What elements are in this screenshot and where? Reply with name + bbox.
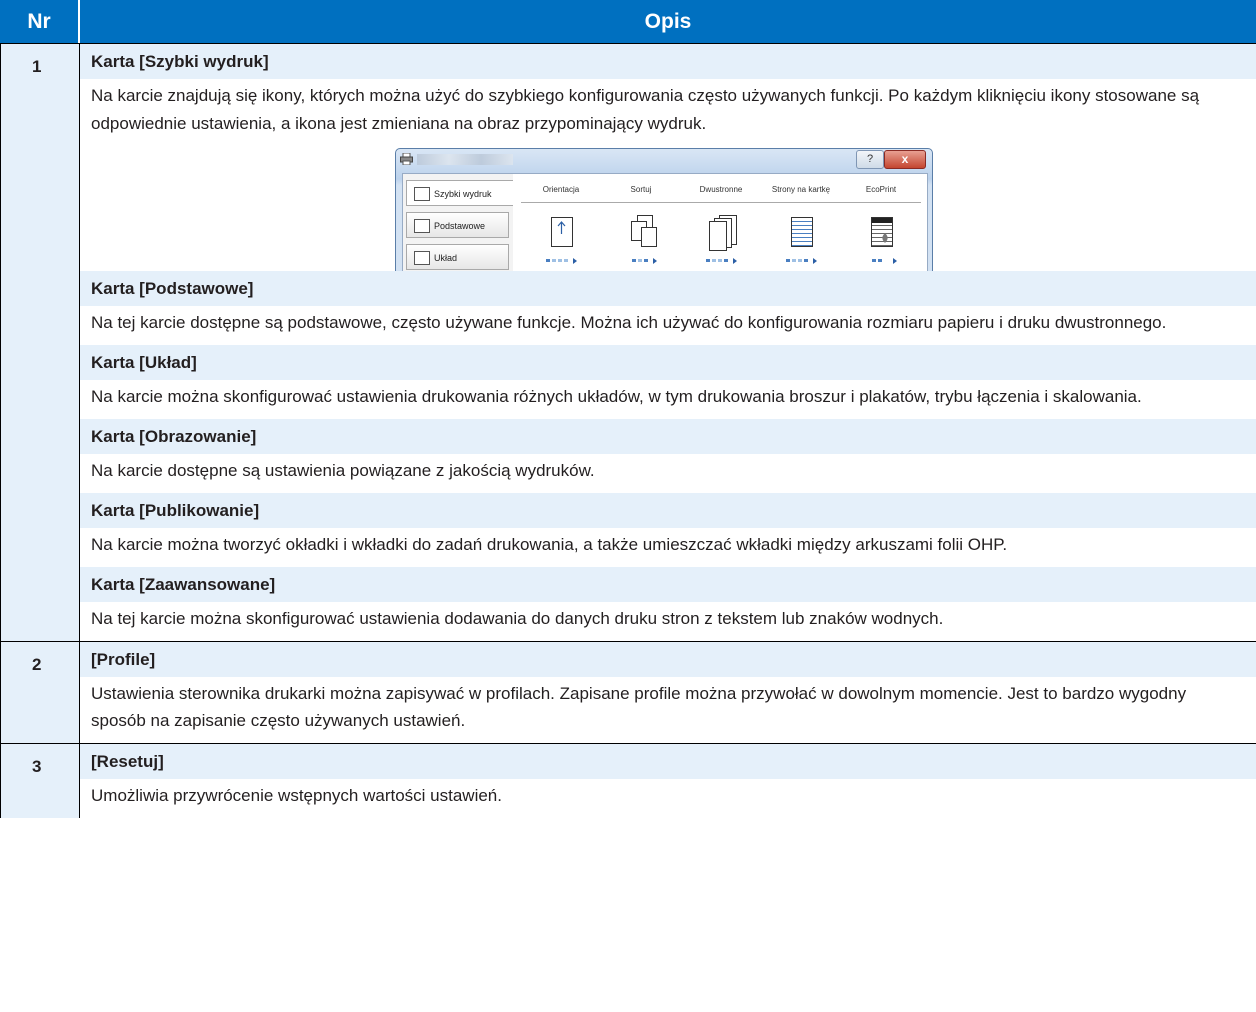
section-text: Ustawienia sterownika drukarki można zap… <box>91 684 1187 730</box>
title-bar: ? x <box>396 149 932 171</box>
orientation-icon <box>545 213 577 249</box>
table-header: Nr Opis <box>0 0 1256 44</box>
quick-print-icon <box>414 187 430 201</box>
tab-uklad[interactable]: Układ <box>406 244 509 270</box>
driver-screenshot: ? x Szybki wydruk Podstawowe Układ Orien… <box>395 148 933 271</box>
section-title: Karta [Publikowanie] <box>80 493 1256 528</box>
section-text: Umożliwia przywrócenie wstępnych wartośc… <box>91 786 502 805</box>
printer-icon <box>400 153 413 165</box>
table-row: 1 Karta [Szybki wydruk] Na karcie znajdu… <box>0 44 1256 642</box>
column-label: Orientacja <box>521 174 601 203</box>
tab-list: Szybki wydruk Podstawowe Układ <box>403 174 513 271</box>
collate-icon <box>625 213 657 249</box>
row-number: 2 <box>0 642 80 743</box>
section-text: Na tej karcie dostępne są podstawowe, cz… <box>91 313 1167 332</box>
column-label: Strony na kartkę <box>761 174 841 203</box>
row-number: 1 <box>0 44 80 641</box>
tab-szybki-wydruk[interactable]: Szybki wydruk <box>406 180 513 206</box>
tab-label: Szybki wydruk <box>434 189 492 199</box>
column-orientacja[interactable]: Orientacja <box>521 174 601 264</box>
option-dots <box>786 258 817 264</box>
section-text: Na karcie można tworzyć okładki i wkładk… <box>91 535 1008 554</box>
option-dots <box>706 258 737 264</box>
table-row: 3 [Resetuj] Umożliwia przywrócenie wstęp… <box>0 744 1256 818</box>
section-title: [Resetuj] <box>80 744 1256 779</box>
quick-print-columns: Orientacja Sortuj Dwustronne Strony na k… <box>521 174 921 271</box>
table-row: 2 [Profile] Ustawienia sterownika drukar… <box>0 642 1256 744</box>
blurred-title <box>417 154 513 165</box>
section-text: Na karcie znajdują się ikony, których mo… <box>91 86 1200 133</box>
option-dots <box>866 258 897 264</box>
help-button[interactable]: ? <box>856 150 884 169</box>
column-dwustronne[interactable]: Dwustronne <box>681 174 761 264</box>
column-label: Sortuj <box>601 174 681 203</box>
dialog-client: Szybki wydruk Podstawowe Układ Orientacj… <box>402 173 928 271</box>
dialog-window: ? x Szybki wydruk Podstawowe Układ Orien… <box>395 148 933 271</box>
section-title: Karta [Układ] <box>80 345 1256 380</box>
section-text: Na tej karcie można skonfigurować ustawi… <box>91 609 944 628</box>
column-label: EcoPrint <box>841 174 921 203</box>
tab-label: Podstawowe <box>434 221 486 231</box>
section-text: Na karcie można skonfigurować ustawienia… <box>91 387 1142 406</box>
column-ecoprint[interactable]: EcoPrint <box>841 174 921 264</box>
row-description: [Profile] Ustawienia sterownika drukarki… <box>80 642 1256 743</box>
description-table: Nr Opis 1 Karta [Szybki wydruk] Na karci… <box>0 0 1256 818</box>
pages-per-sheet-icon <box>785 213 817 249</box>
row-number: 3 <box>0 744 80 818</box>
tab-podstawowe[interactable]: Podstawowe <box>406 212 509 238</box>
duplex-icon <box>705 213 737 251</box>
layout-icon <box>414 251 430 265</box>
header-nr: Nr <box>0 0 80 43</box>
column-strony-na-kartke[interactable]: Strony na kartkę <box>761 174 841 264</box>
close-button[interactable]: x <box>884 150 926 169</box>
tab-label: Układ <box>434 253 458 263</box>
option-dots <box>626 258 657 264</box>
section-title: Karta [Zaawansowane] <box>80 567 1256 602</box>
basic-icon <box>414 219 430 233</box>
header-opis: Opis <box>644 9 692 33</box>
row-description: [Resetuj] Umożliwia przywrócenie wstępny… <box>80 744 1256 818</box>
section-title: Karta [Obrazowanie] <box>80 419 1256 454</box>
column-label: Dwustronne <box>681 174 761 203</box>
row-description: Karta [Szybki wydruk] Na karcie znajdują… <box>80 44 1256 641</box>
option-dots <box>546 258 577 264</box>
column-sortuj[interactable]: Sortuj <box>601 174 681 264</box>
ecoprint-icon <box>865 213 897 249</box>
section-text: Na karcie dostępne są ustawienia powiąza… <box>91 461 595 480</box>
section-title: Karta [Podstawowe] <box>80 271 1256 306</box>
section-title: Karta [Szybki wydruk] <box>80 44 1256 79</box>
section-title: [Profile] <box>80 642 1256 677</box>
